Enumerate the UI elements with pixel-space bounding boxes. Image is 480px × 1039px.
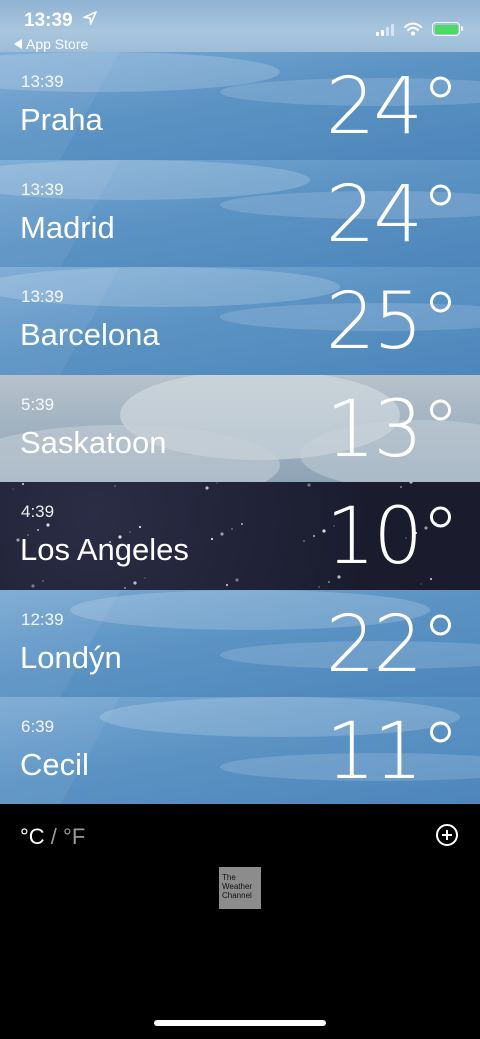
unit-fahrenheit[interactable]: °F — [63, 824, 85, 849]
location-arrow-icon — [83, 11, 97, 25]
unit-toggle[interactable]: °C / °F — [20, 824, 85, 850]
city-name: Saskatoon — [20, 424, 167, 460]
city-local-time: 5:39 — [21, 394, 55, 414]
city-row[interactable]: 13:39 Barcelona 25° — [0, 267, 480, 375]
battery-icon — [432, 22, 463, 36]
city-row[interactable]: 5:39 Saskatoon 13° — [0, 374, 480, 482]
status-time: 13:39 — [24, 10, 73, 31]
city-local-time: 4:39 — [21, 502, 55, 521]
unit-celsius[interactable]: °C — [20, 824, 45, 849]
city-temperature: 24° — [325, 169, 460, 260]
city-list: 13:39 Praha 24° 13:39 Madrid 24° 13:39 Barcelon… — [0, 52, 480, 805]
city-temperature: 11° — [325, 707, 460, 797]
back-to-app-store[interactable]: App Store — [14, 36, 88, 52]
footer: °C / °F The Weather Channel — [0, 804, 480, 1039]
add-city-button[interactable] — [436, 824, 458, 846]
wifi-icon — [404, 22, 422, 36]
city-row[interactable]: 12:39 Londýn 22° — [0, 589, 480, 697]
city-temperature: 24° — [325, 62, 460, 152]
city-name: Madrid — [20, 209, 115, 245]
back-arrow-icon — [14, 39, 22, 49]
city-local-time: 13:39 — [21, 179, 64, 199]
city-row[interactable]: 13:39 Madrid 24° — [0, 159, 480, 267]
city-temperature: 25° — [325, 277, 460, 367]
city-temperature: 10° — [325, 492, 460, 582]
city-local-time: 6:39 — [21, 717, 55, 736]
city-row[interactable]: 4:39 Los Angeles 10° — [0, 482, 480, 590]
status-bar: 13:39 App Store — [0, 0, 480, 52]
city-name: Cecil — [20, 747, 89, 782]
weather-channel-logo[interactable]: The Weather Channel — [219, 867, 261, 909]
city-name: Los Angeles — [20, 532, 189, 567]
city-row[interactable]: 6:39 Cecil 11° — [0, 697, 480, 805]
city-temperature: 13° — [325, 384, 460, 475]
city-local-time: 12:39 — [21, 609, 64, 629]
city-row[interactable]: 13:39 Praha 24° — [0, 52, 480, 160]
city-name: Barcelona — [20, 317, 160, 352]
back-label: App Store — [26, 36, 89, 52]
city-local-time: 13:39 — [21, 287, 64, 306]
city-name: Praha — [20, 102, 103, 137]
city-local-time: 13:39 — [21, 72, 64, 91]
status-icons — [376, 22, 463, 36]
unit-separator: / — [44, 824, 64, 849]
city-name: Londýn — [20, 639, 122, 675]
cellular-signal-icon — [376, 24, 394, 36]
city-temperature: 22° — [325, 599, 460, 690]
home-indicator[interactable] — [154, 1020, 326, 1026]
